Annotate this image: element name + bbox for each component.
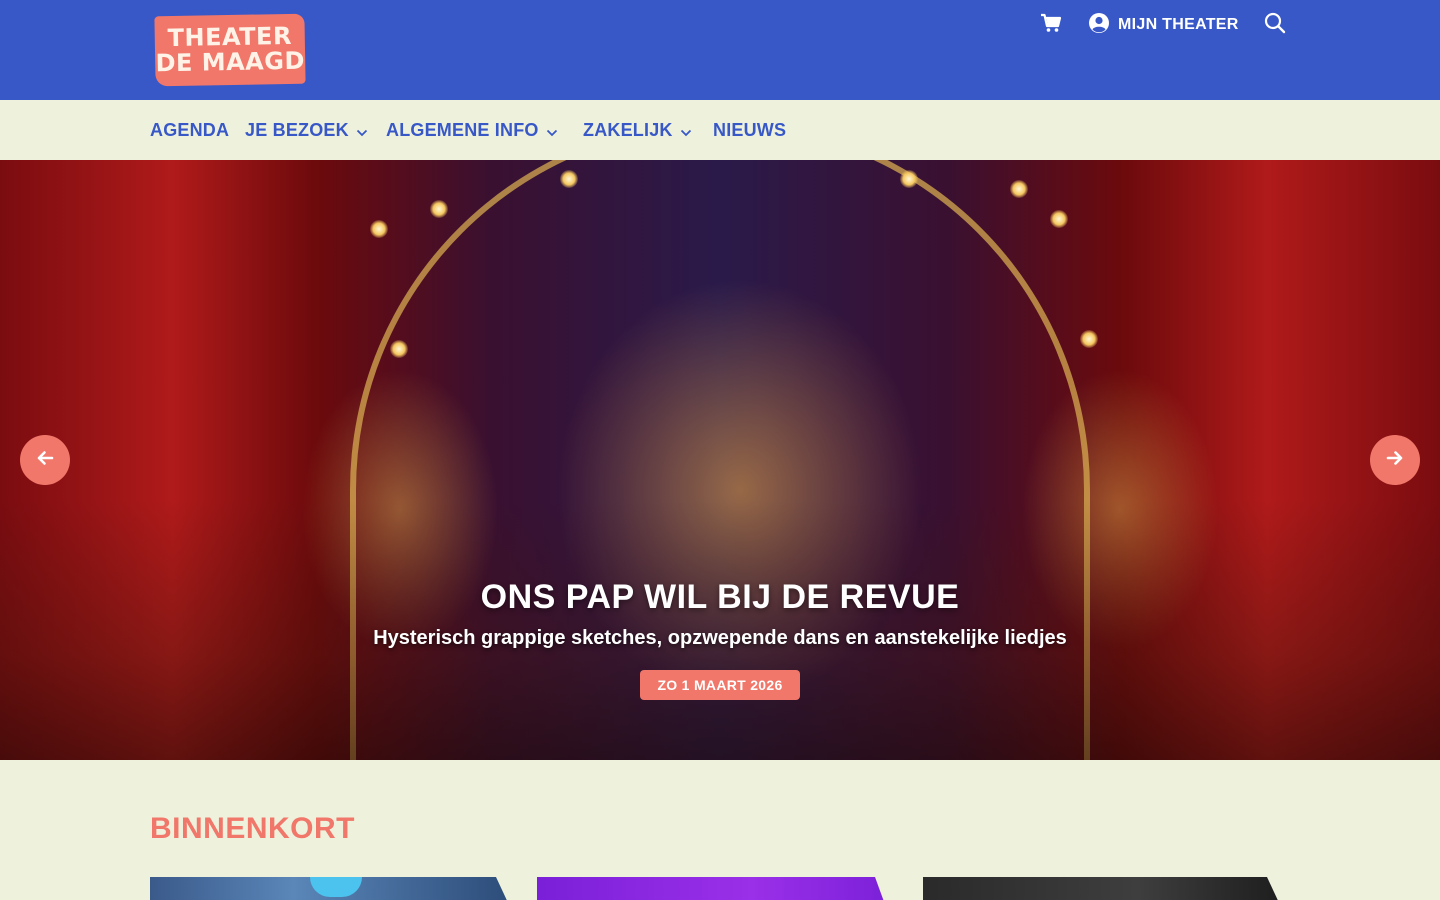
search-button[interactable] — [1264, 12, 1286, 38]
arrow-right-icon — [1386, 450, 1404, 471]
nav-item-label: ALGEMENE INFO — [386, 119, 539, 140]
hero-title: ONS PAP WIL BIJ DE REVUE — [480, 578, 960, 616]
event-card-image — [310, 877, 362, 897]
nav-item-zakelijk[interactable]: ZAKELIJK — [583, 100, 692, 160]
cart-icon — [1040, 13, 1062, 38]
stage-light — [1080, 330, 1098, 348]
arrow-left-icon — [36, 450, 54, 471]
my-theater-link[interactable]: MIJN THEATER — [1088, 12, 1239, 38]
my-theater-label: MIJN THEATER — [1118, 16, 1239, 33]
chevron-down-icon — [546, 121, 558, 142]
event-card[interactable] — [923, 877, 1281, 900]
site-header: THEATER DE MAAGD MIJN THEATER — [0, 0, 1440, 100]
card-corner-cut — [496, 877, 508, 900]
nav-item-je-bezoek[interactable]: JE BEZOEK — [245, 100, 368, 160]
stage-light — [370, 220, 388, 238]
hero-date-badge[interactable]: ZO 1 MAART 2026 — [640, 670, 800, 700]
search-icon — [1264, 12, 1286, 39]
nav-item-nieuws[interactable]: NIEUWS — [713, 100, 786, 160]
slider-prev-button[interactable] — [20, 435, 70, 485]
user-circle-icon — [1088, 12, 1110, 39]
hero-subtitle: Hysterisch grappige sketches, opzwepende… — [373, 627, 1067, 649]
cart-button[interactable] — [1040, 12, 1062, 38]
theater-logo[interactable]: THEATER DE MAAGD — [154, 13, 306, 87]
hero-slider[interactable]: ONS PAP WIL BIJ DE REVUE Hysterisch grap… — [0, 160, 1440, 760]
card-corner-cut — [875, 877, 895, 900]
logo-line-2: DE MAAGD — [155, 46, 306, 78]
nav-item-label: AGENDA — [150, 119, 230, 140]
nav-item-agenda[interactable]: AGENDA — [150, 100, 229, 160]
nav-item-label: NIEUWS — [713, 119, 787, 140]
section-title-binnenkort: BINNENKORT — [150, 812, 355, 845]
stage-light — [1050, 210, 1068, 228]
card-corner-cut — [1267, 877, 1281, 900]
chevron-down-icon — [680, 121, 692, 142]
stage-light — [1010, 180, 1028, 198]
stage-light — [430, 200, 448, 218]
stage-light — [390, 340, 408, 358]
main-navigation: AGENDA JE BEZOEK ALGEMENE INFO ZAKELIJK … — [0, 100, 1440, 160]
nav-item-label: JE BEZOEK — [245, 119, 349, 140]
nav-item-label: ZAKELIJK — [583, 119, 673, 140]
stage-light — [900, 170, 918, 188]
slider-next-button[interactable] — [1370, 435, 1420, 485]
nav-item-algemene-info[interactable]: ALGEMENE INFO — [386, 100, 558, 160]
event-card[interactable] — [150, 877, 508, 900]
event-card[interactable] — [537, 877, 895, 900]
stage-light — [560, 170, 578, 188]
chevron-down-icon — [356, 121, 368, 142]
